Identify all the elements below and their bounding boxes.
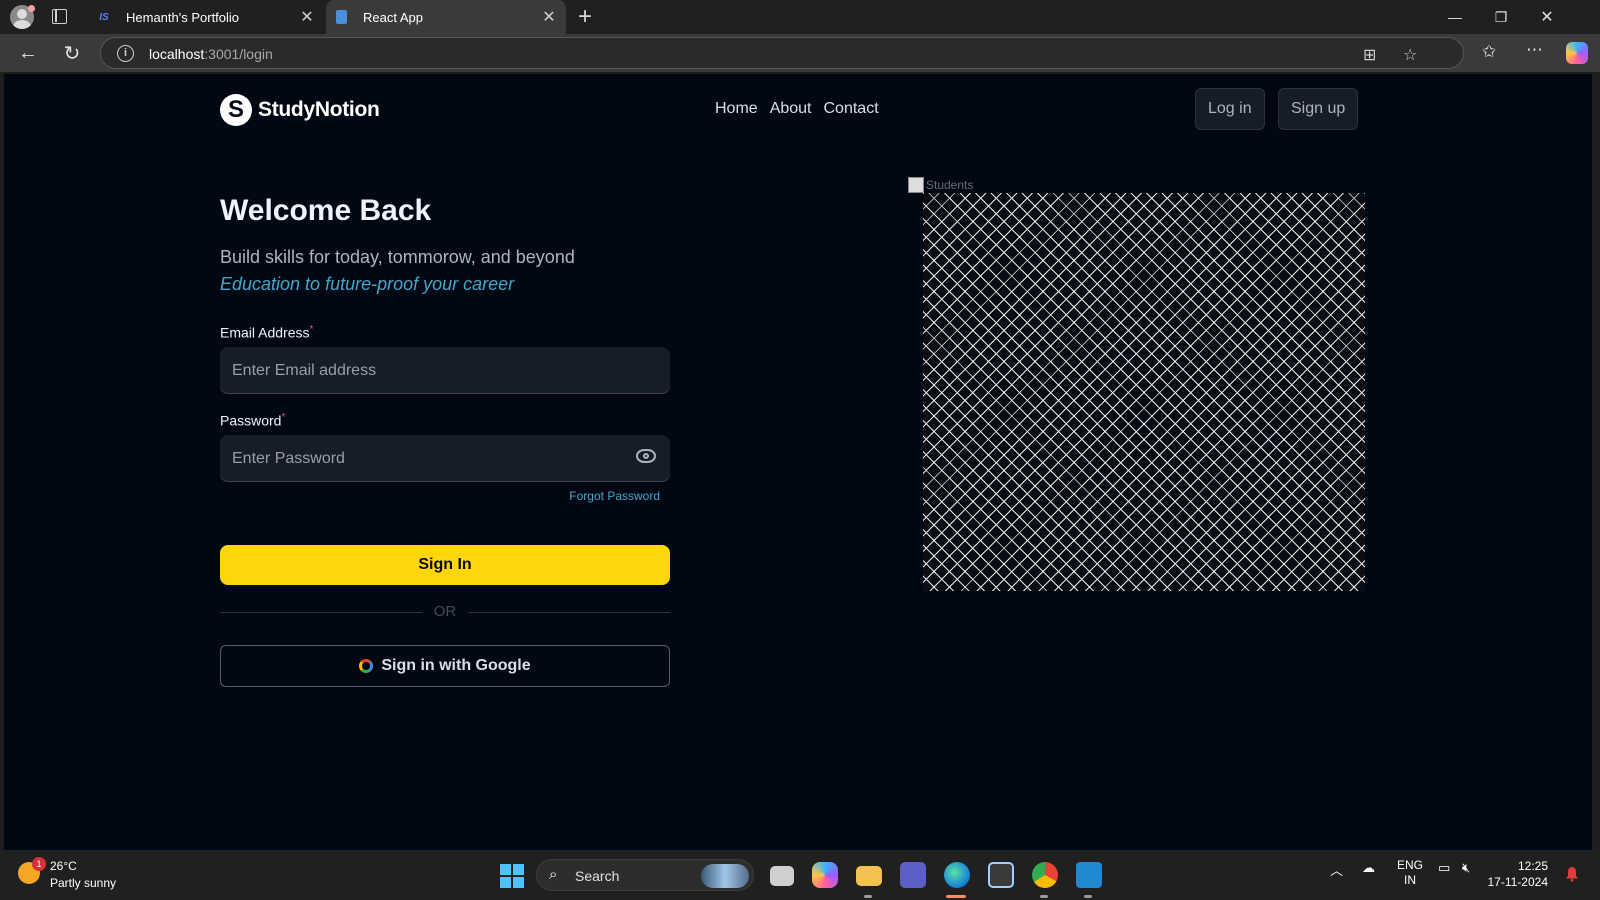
login-button[interactable]: Log in — [1195, 88, 1265, 130]
nav-link-home[interactable]: Home — [715, 100, 758, 118]
site-info-icon[interactable]: i — [117, 45, 134, 62]
refresh-icon[interactable]: ↻ — [60, 41, 84, 65]
signup-button[interactable]: Sign up — [1278, 88, 1359, 130]
search-label: Search — [575, 868, 620, 884]
nav-link-about[interactable]: About — [770, 100, 812, 118]
main-nav: Home About Contact — [715, 100, 879, 118]
copilot-app-icon[interactable] — [812, 862, 838, 888]
tab-actions-icon[interactable] — [52, 9, 67, 24]
brand-logo[interactable]: S StudyNotion — [220, 94, 380, 126]
minimize-icon[interactable]: — — [1432, 0, 1478, 34]
google-sign-in-button[interactable]: Sign in with Google — [220, 645, 670, 687]
back-arrow-icon[interactable]: ← — [16, 41, 40, 65]
address-bar[interactable]: i localhost:3001/login ⊞ ☆ — [100, 37, 1464, 69]
windows-taskbar: 1 26°C Partly sunny ⌕ Search ︿ ☁ ENG IN ▭… — [0, 850, 1600, 900]
page-title: Welcome Back — [220, 194, 432, 227]
favorites-icon[interactable]: ✩ — [1482, 42, 1496, 62]
vscode-icon[interactable] — [1076, 862, 1102, 888]
volume-muted-icon[interactable]: 🔇︎ — [1462, 860, 1470, 876]
divider-line — [468, 612, 670, 613]
tab-react-app[interactable]: React App ✕ — [326, 0, 566, 34]
required-asterisk: * — [309, 324, 314, 335]
subtitle: Build skills for today, tommorow, and be… — [220, 247, 575, 267]
broken-image-icon — [908, 177, 924, 193]
onedrive-cloud-icon[interactable]: ☁ — [1362, 860, 1375, 876]
password-label: Password* — [220, 412, 286, 429]
frame-pattern-image — [923, 193, 1365, 591]
network-icon[interactable]: ▭ — [1438, 860, 1450, 876]
copilot-icon[interactable] — [1566, 42, 1588, 64]
show-hidden-icons-chevron-icon[interactable]: ︿ — [1330, 860, 1343, 879]
weather-condition[interactable]: Partly sunny — [50, 876, 116, 890]
edge-browser-icon[interactable] — [944, 862, 970, 888]
google-logo-icon — [359, 659, 374, 673]
sign-in-button[interactable]: Sign In — [220, 545, 670, 585]
restore-icon[interactable]: ❐ — [1478, 0, 1524, 34]
browser-tab-bar: IS Hemanth's Portfolio ✕ React App ✕ + —… — [0, 0, 1600, 34]
close-tab-icon[interactable]: ✕ — [538, 7, 560, 27]
required-asterisk: * — [281, 412, 286, 423]
google-sign-in-label: Sign in with Google — [381, 657, 531, 674]
microsoft-store-icon[interactable] — [988, 862, 1014, 888]
weather-badge: 1 — [32, 857, 46, 871]
clock[interactable]: 12:25 17-11-2024 — [1488, 858, 1549, 890]
running-indicator — [1084, 895, 1092, 898]
email-label: Email Address* — [220, 324, 314, 341]
teams-icon[interactable] — [900, 862, 926, 888]
tab-title: Hemanth's Portfolio — [126, 9, 240, 25]
taskbar-search[interactable]: ⌕ Search — [536, 859, 754, 891]
chrome-icon[interactable] — [1032, 862, 1058, 888]
portfolio-favicon-icon: IS — [99, 11, 109, 23]
notification-bell-icon[interactable] — [1565, 866, 1579, 882]
close-tab-icon[interactable]: ✕ — [296, 7, 318, 27]
favorite-star-icon[interactable]: ☆ — [1403, 45, 1417, 65]
running-indicator — [864, 895, 872, 898]
temperature[interactable]: 26°C — [50, 859, 77, 873]
or-divider: OR — [220, 603, 670, 623]
studynotion-logo-icon: S — [220, 94, 252, 126]
language-indicator[interactable]: ENG IN — [1397, 858, 1423, 888]
search-icon: ⌕ — [549, 866, 558, 883]
windows-start-icon[interactable] — [500, 864, 524, 888]
image-alt-text: Students — [926, 178, 974, 192]
running-indicator — [1040, 895, 1048, 898]
task-view-icon[interactable] — [770, 866, 794, 886]
page-viewport: S StudyNotion Home About Contact Log in … — [4, 74, 1592, 850]
new-tab-plus-icon[interactable]: + — [578, 3, 592, 31]
browser-toolbar: ← ↻ i localhost:3001/login ⊞ ☆ — [0, 34, 1600, 72]
forgot-password-link[interactable]: Forgot Password — [569, 489, 660, 503]
search-highlight-image — [701, 864, 749, 888]
brand-name: StudyNotion — [258, 98, 380, 121]
email-field[interactable]: Enter Email address — [220, 347, 670, 394]
more-menu-icon[interactable]: ⋯ — [1526, 40, 1543, 60]
app-available-icon[interactable]: ⊞ — [1363, 45, 1376, 65]
password-placeholder: Enter Password — [232, 449, 345, 467]
file-explorer-icon[interactable] — [856, 866, 882, 886]
url-text[interactable]: localhost:3001/login — [149, 46, 273, 62]
active-app-indicator — [946, 895, 966, 898]
profile-notification-dot — [28, 5, 35, 12]
show-password-eye-icon[interactable] — [636, 449, 656, 463]
nav-link-contact[interactable]: Contact — [824, 100, 879, 118]
password-field[interactable]: Enter Password — [220, 435, 670, 482]
close-window-icon[interactable]: ✕ — [1524, 0, 1570, 34]
tagline: Education to future-proof your career — [220, 274, 515, 294]
tab-title: React App — [363, 9, 423, 25]
tab-portfolio[interactable]: IS Hemanth's Portfolio ✕ — [86, 0, 324, 34]
document-favicon-icon — [336, 10, 347, 24]
